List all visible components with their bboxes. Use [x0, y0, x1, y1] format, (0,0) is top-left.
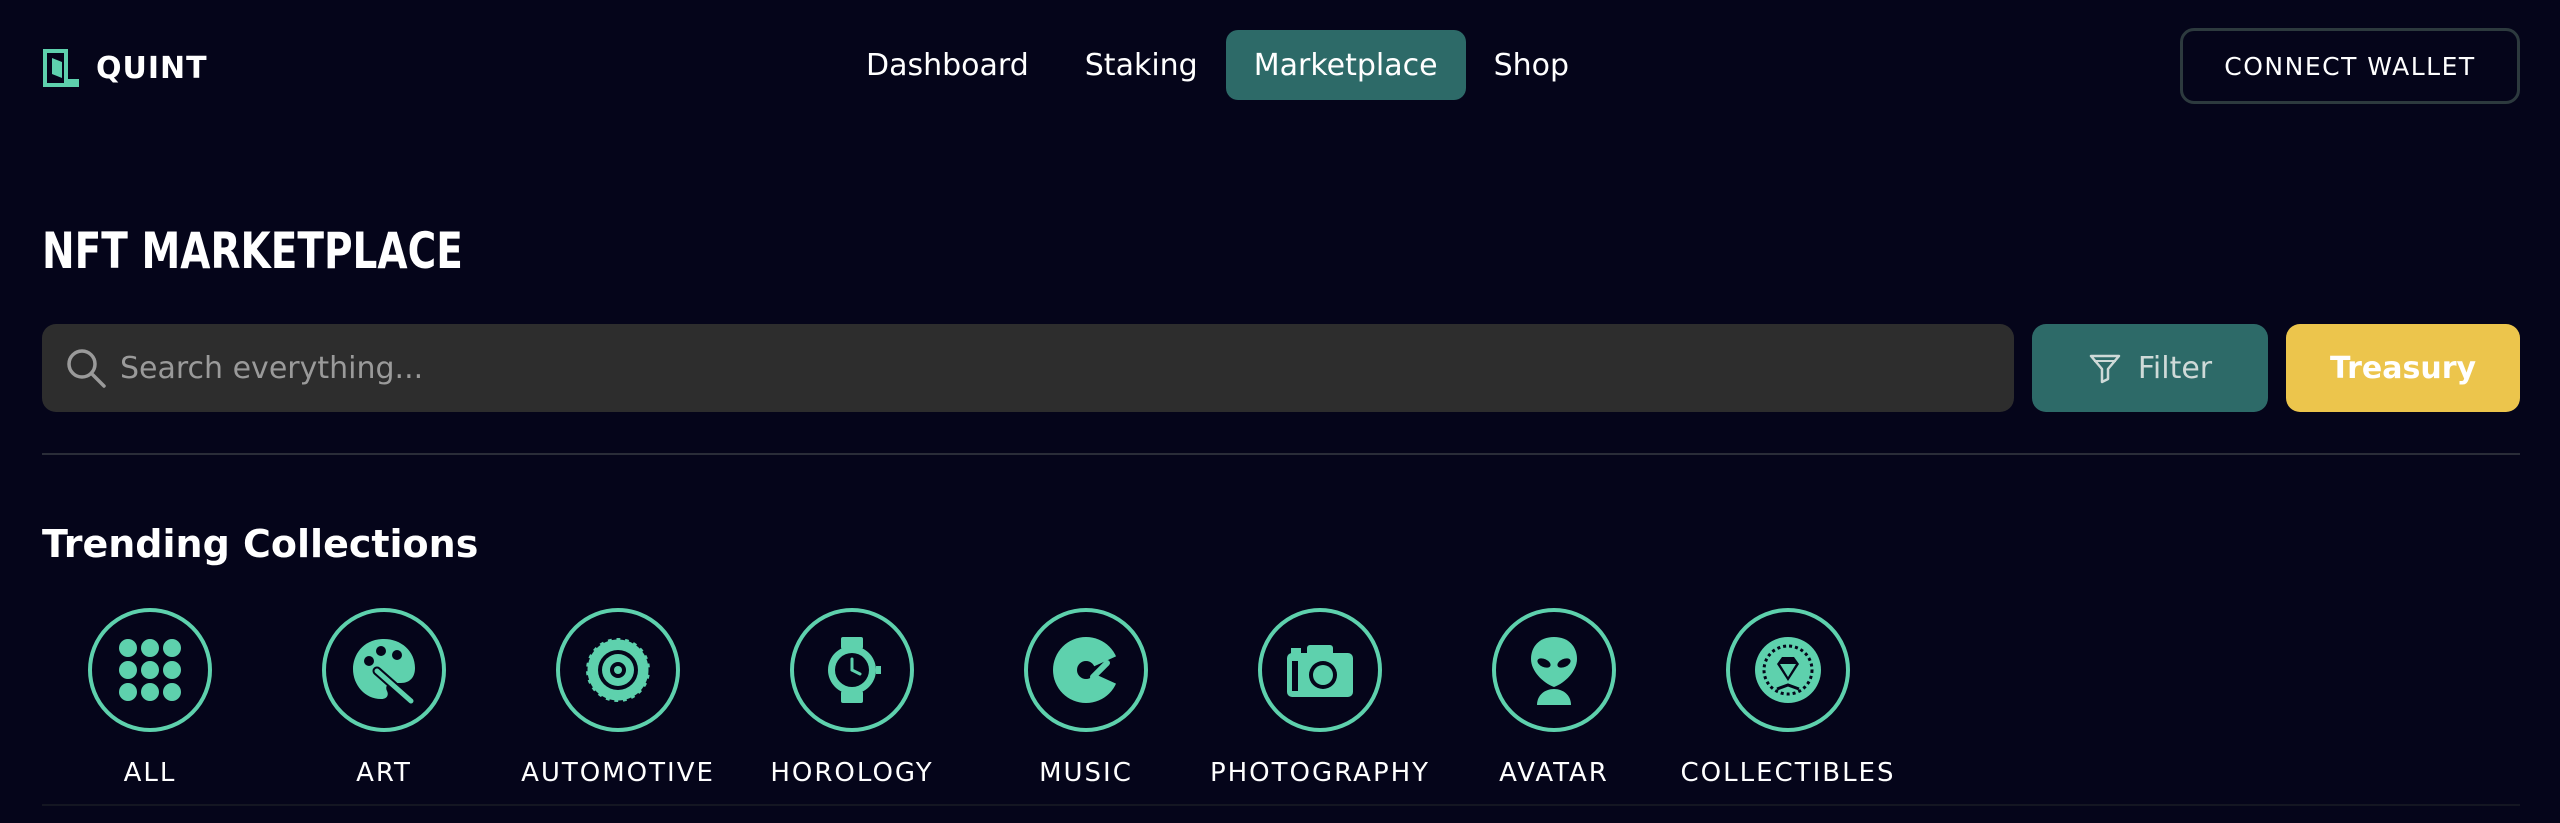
treasury-button[interactable]: Treasury	[2286, 324, 2520, 412]
category-circle	[790, 608, 914, 732]
connect-wallet-button[interactable]: CONNECT WALLET	[2180, 28, 2520, 104]
category-circle	[1492, 608, 1616, 732]
divider	[42, 804, 2520, 806]
nav-item-dashboard[interactable]: Dashboard	[838, 30, 1057, 100]
alien-icon	[1531, 637, 1577, 705]
funnel-icon	[2089, 354, 2121, 384]
search-input[interactable]	[120, 338, 2014, 398]
search-icon	[67, 349, 106, 388]
section-title: Trending Collections	[42, 522, 479, 566]
filter-label: Filter	[2137, 350, 2213, 386]
page: QUINT Dashboard Staking Marketplace Shop…	[0, 0, 2560, 823]
category-label: AUTOMOTIVE	[521, 758, 715, 788]
category-label: HOROLOGY	[770, 758, 934, 788]
grid-icon	[119, 639, 181, 701]
category-circle	[1024, 608, 1148, 732]
divider	[42, 453, 2520, 455]
category-horology[interactable]: HOROLOGY	[752, 608, 952, 788]
search-box[interactable]	[42, 324, 2014, 412]
music-disc-icon	[1053, 637, 1119, 703]
filter-button[interactable]: Filter	[2032, 324, 2268, 412]
palette-icon	[353, 639, 416, 706]
category-label: MUSIC	[1039, 758, 1133, 788]
category-avatar[interactable]: AVATAR	[1454, 608, 1654, 788]
category-photography[interactable]: PHOTOGRAPHY	[1210, 608, 1428, 788]
logo[interactable]: QUINT	[42, 48, 208, 88]
page-title: NFT MARKETPLACE	[42, 222, 463, 280]
watch-icon	[828, 637, 881, 703]
category-circle	[1258, 608, 1382, 732]
nav-item-staking[interactable]: Staking	[1057, 30, 1226, 100]
category-circle	[1726, 608, 1850, 732]
category-music[interactable]: MUSIC	[986, 608, 1186, 788]
nav-item-marketplace[interactable]: Marketplace	[1225, 30, 1466, 100]
main-nav: Dashboard Staking Marketplace Shop	[838, 30, 1597, 100]
quint-logo-icon	[43, 49, 79, 87]
category-automotive[interactable]: AUTOMOTIVE	[518, 608, 718, 788]
category-all[interactable]: ALL	[50, 608, 250, 788]
category-art[interactable]: ART	[284, 608, 484, 788]
category-circle	[322, 608, 446, 732]
category-circle	[88, 608, 212, 732]
camera-icon	[1287, 645, 1353, 697]
logo-text: QUINT	[96, 50, 208, 86]
tire-icon	[584, 636, 652, 704]
category-label: ART	[356, 758, 412, 788]
diamond-emblem-icon	[1755, 637, 1821, 703]
nav-item-shop[interactable]: Shop	[1466, 30, 1597, 100]
category-label: COLLECTIBLES	[1680, 758, 1896, 788]
category-label: PHOTOGRAPHY	[1209, 758, 1431, 788]
category-collectibles[interactable]: COLLECTIBLES	[1681, 608, 1894, 788]
category-label: ALL	[123, 758, 177, 788]
category-circle	[556, 608, 680, 732]
category-label: AVATAR	[1499, 758, 1609, 788]
